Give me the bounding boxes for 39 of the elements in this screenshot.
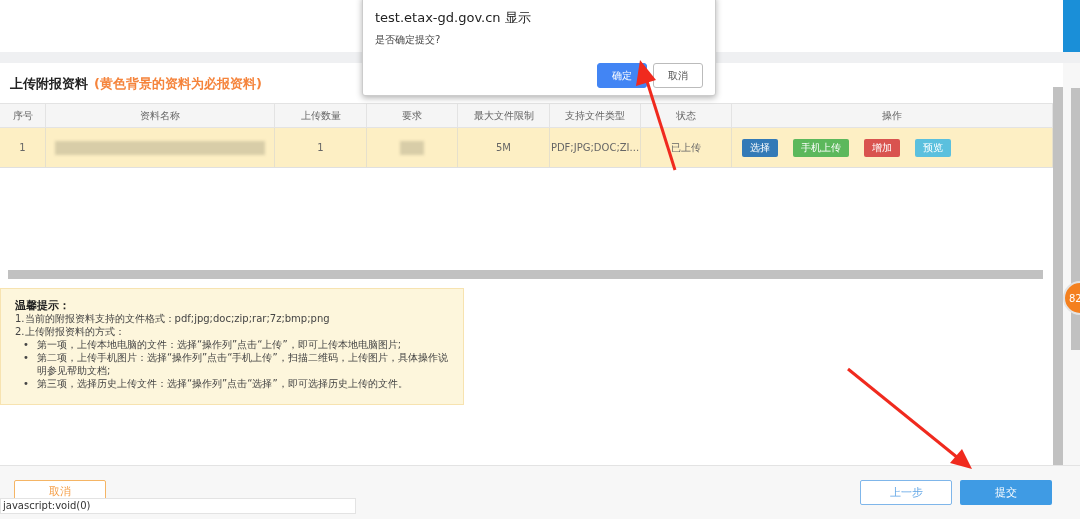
table-cell: 1 [19, 142, 26, 153]
column-header: 序号 [0, 103, 46, 128]
bullet-marker: • [23, 338, 29, 351]
submit-button[interactable]: 提交 [960, 480, 1052, 505]
section-note: (黄色背景的资料为必报资料) [94, 75, 262, 93]
cancel-button[interactable]: 取消 [653, 63, 703, 88]
status-tooltip: javascript:void(0) [0, 498, 356, 514]
table-cell: 1 [317, 142, 324, 153]
action-button[interactable]: 增加 [864, 138, 900, 157]
vertical-scrollbar[interactable] [1053, 87, 1063, 465]
side-tab[interactable] [1063, 0, 1080, 52]
tips-bullet: 第一项，上传本地电脑的文件：选择“操作列”点击“上传”，即可上传本地电脑图片; [36, 338, 402, 351]
column-header: 上传数量 [275, 103, 367, 128]
action-button[interactable]: 手机上传 [793, 138, 849, 157]
horizontal-scrollbar[interactable] [8, 270, 1043, 279]
column-header: 支持文件类型 [550, 103, 641, 128]
tips-line: 2.上传附报资料的方式： [15, 325, 126, 338]
action-button[interactable]: 选择 [742, 138, 778, 157]
bullet-marker: • [23, 351, 29, 364]
column-header: 资料名称 [46, 103, 275, 128]
table-cell: 已上传 [671, 140, 701, 155]
dialog-title: test.etax-gd.gov.cn 显示 [375, 9, 532, 27]
column-header: 最大文件限制 [458, 103, 550, 128]
table-cell: 5M [496, 142, 511, 153]
table-cell: PDF;JPG;DOC;ZI... [550, 142, 640, 153]
tips-bullet: 第三项，选择历史上传文件：选择“操作列”点击“选择”，即可选择历史上传的文件。 [36, 377, 409, 390]
tips-title: 温馨提示： [15, 299, 71, 312]
bullet-marker: • [23, 377, 29, 390]
tips-bullet: 第二项，上传手机图片：选择“操作列”点击“手机上传”，扫描二维码，上传图片，具体操作说明参见帮助文档; [36, 351, 449, 377]
previous-step-button[interactable]: 上一步 [860, 480, 952, 505]
column-header: 状态 [641, 103, 732, 128]
section-title: 上传附报资料 [10, 75, 88, 93]
tips-line: 1.当前的附报资料支持的文件格式：pdf;jpg;doc;zip;rar;7z;bmp;png [15, 312, 331, 325]
vertical-scrollbar[interactable] [1071, 88, 1080, 350]
action-button[interactable]: 预览 [915, 138, 951, 157]
dialog-message: 是否确定提交? [375, 33, 442, 47]
column-header: 操作 [732, 103, 1053, 128]
blurred-text [400, 140, 424, 155]
column-header: 要求 [367, 103, 458, 128]
